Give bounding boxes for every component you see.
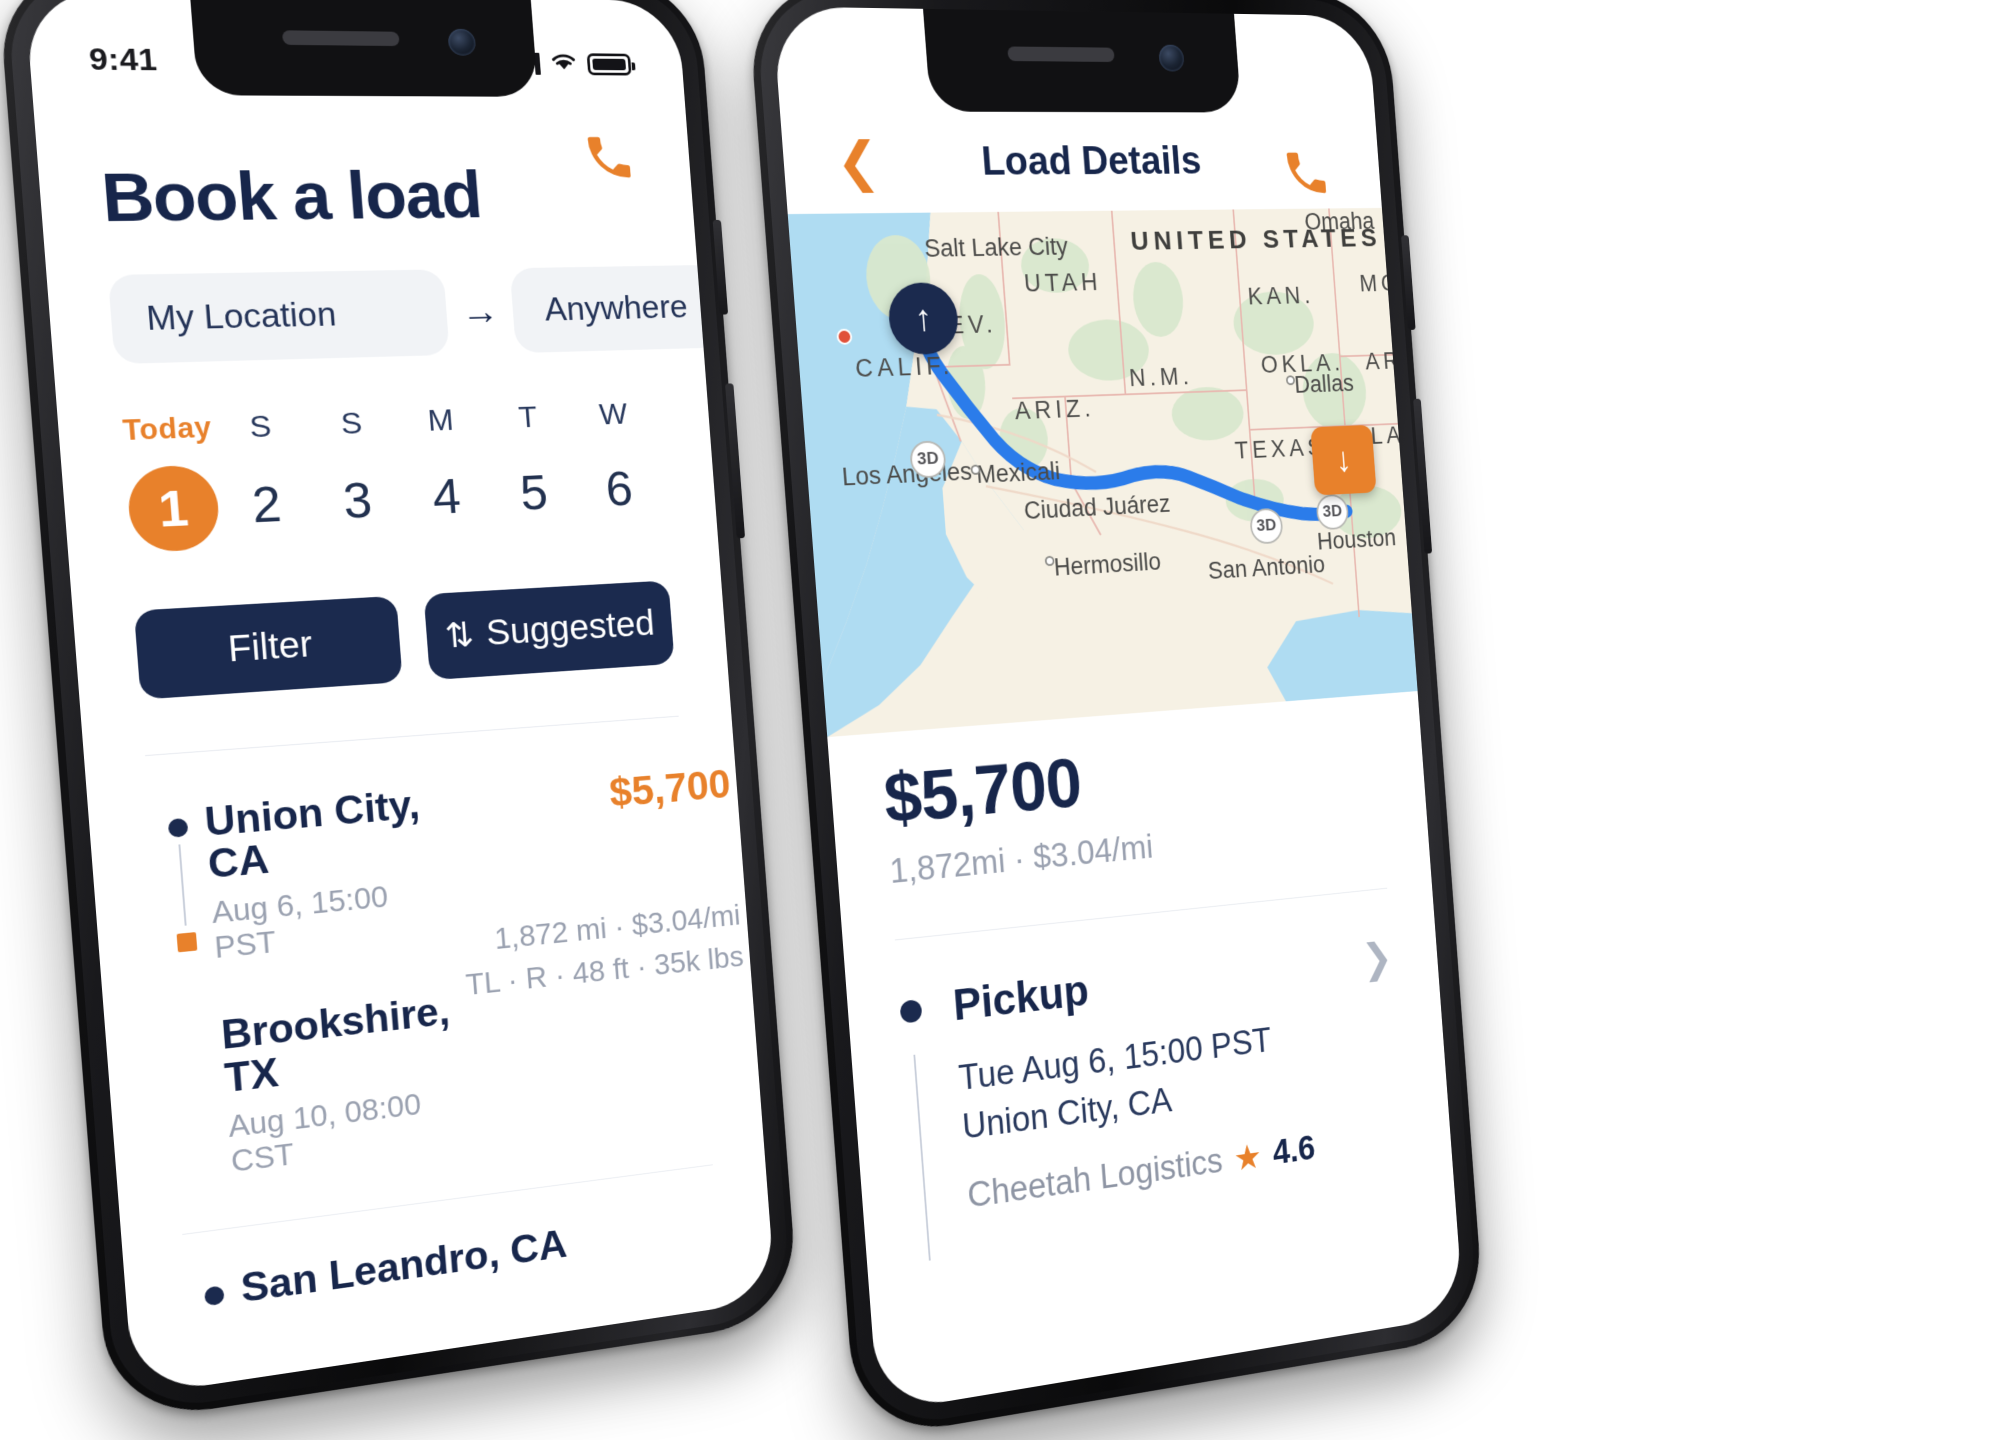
filter-button-label: Filter xyxy=(226,623,314,670)
phone-call-icon xyxy=(1286,152,1327,194)
sort-updown-icon: ⇅ xyxy=(443,616,476,656)
chevron-right-icon[interactable]: ❯ xyxy=(1360,932,1394,982)
date-dow-label: S xyxy=(248,409,273,445)
action-buttons: Filter ⇅ Suggested xyxy=(133,580,675,700)
origin-dot-icon xyxy=(167,817,189,838)
route-map[interactable]: UNITED STATES Salt Lake City Omaha UTAH … xyxy=(787,207,1418,738)
pickup-section[interactable]: Pickup ❯ Tue Aug 6, 15:00 PST Union City… xyxy=(898,932,1407,1262)
call-button[interactable] xyxy=(580,130,638,189)
destination-input[interactable]: Anywhere xyxy=(509,264,722,354)
front-camera-icon xyxy=(1158,44,1185,72)
load-origin-row: San Leandro, CA xyxy=(185,1203,718,1318)
earpiece-speaker xyxy=(281,30,400,47)
date-cell-3[interactable]: S 3 xyxy=(305,405,405,544)
map-city-omaha: Omaha xyxy=(1303,208,1376,235)
map-city-dot xyxy=(1044,555,1055,567)
date-cell-4[interactable]: M 4 xyxy=(395,402,493,539)
phone-call-icon xyxy=(587,137,631,178)
date-cell-today[interactable]: Today 1 xyxy=(119,411,224,554)
date-cell-2[interactable]: S 2 xyxy=(213,408,316,549)
wifi-icon xyxy=(550,51,578,77)
pickup-dot-icon xyxy=(899,998,923,1024)
sort-button-label: Suggested xyxy=(484,603,656,653)
date-dow-label: M xyxy=(426,403,456,438)
star-icon: ★ xyxy=(1232,1138,1264,1180)
load-details-column: Union City, CA Aug 6, 15:00 PST Brookshi… xyxy=(203,783,460,1179)
load-marker-column xyxy=(185,1268,241,1309)
carrier-name: Cheetah Logistics xyxy=(966,1142,1224,1217)
screenshot-canvas: 9:41 Book a load My Location → Anywhere … xyxy=(0,0,2013,1440)
pickup-carrier-row: Cheetah Logistics ★ 4.6 xyxy=(966,1117,1407,1218)
pickup-rail-line xyxy=(913,1054,931,1262)
date-number: 4 xyxy=(430,468,463,525)
right-call-button[interactable] xyxy=(1280,146,1333,205)
price-summary: $5,700 1,872mi · $3.04/mi xyxy=(881,719,1383,892)
route-selector: My Location → Anywhere xyxy=(107,264,722,365)
arrow-right-icon: → xyxy=(459,289,501,333)
date-number: 1 xyxy=(125,464,221,554)
load-origin-city: San Leandro, CA xyxy=(239,1221,569,1312)
right-phone-screen: ❮ Load Details UNITED STATES Salt Lake C… xyxy=(772,6,1464,1413)
load-origin-city: Union City, CA xyxy=(203,782,422,888)
map-label-calif: CALIF. xyxy=(854,351,955,383)
left-status-bar: 9:41 xyxy=(24,0,684,97)
origin-dot-icon xyxy=(203,1285,225,1307)
load-rate-detail: 1,872mi · $3.04/mi xyxy=(888,827,1155,891)
load-details-column: San Leandro, CA xyxy=(239,1203,718,1312)
map-label-kan: KAN. xyxy=(1246,281,1315,310)
right-phone-device: ❮ Load Details UNITED STATES Salt Lake C… xyxy=(746,0,1486,1440)
earpiece-speaker xyxy=(1007,46,1115,63)
zoom-badge-3d-icon[interactable]: 3D xyxy=(908,440,947,479)
battery-icon xyxy=(586,52,632,76)
destination-square-icon xyxy=(176,932,198,953)
front-camera-icon xyxy=(447,28,477,56)
left-phone-screen: 9:41 Book a load My Location → Anywhere … xyxy=(24,0,776,1397)
page-title: Book a load xyxy=(98,157,484,236)
status-time: 9:41 xyxy=(87,41,159,78)
load-marker-column xyxy=(149,802,215,954)
map-city-dallas: Dallas xyxy=(1293,369,1355,399)
left-screen-content: Book a load My Location → Anywhere Today… xyxy=(38,157,771,1326)
date-number: 6 xyxy=(603,460,635,517)
map-label-nm: N.M. xyxy=(1128,362,1194,392)
date-number: 3 xyxy=(341,471,374,529)
map-label-utah: UTAH xyxy=(1023,268,1103,297)
chevron-left-icon[interactable]: ❮ xyxy=(834,132,882,192)
map-city-los-angeles: Los Angeles xyxy=(840,457,973,492)
date-dow-label: S xyxy=(339,406,364,442)
date-dow-label: Today xyxy=(121,411,213,447)
date-number: 2 xyxy=(249,475,284,534)
dropoff-map-marker[interactable]: ↓ xyxy=(1310,424,1377,496)
load-origin-row: Union City, CA Aug 6, 15:00 PST Brookshi… xyxy=(149,761,745,1185)
date-dow-label: W xyxy=(598,397,629,432)
date-cell-6[interactable]: W 6 xyxy=(570,396,664,530)
section-divider xyxy=(894,887,1388,941)
date-picker: Today 1 S 2 S 3 M 4 T 5 W 6 xyxy=(119,396,665,554)
pickup-details: Tue Aug 6, 15:00 PST Union City, CA Chee… xyxy=(904,1002,1407,1262)
route-connector-line xyxy=(178,844,187,926)
filter-button[interactable]: Filter xyxy=(133,595,403,700)
left-phone-notch xyxy=(189,0,539,97)
map-label-nev: NEV. xyxy=(925,310,998,340)
carrier-rating: 4.6 xyxy=(1271,1129,1317,1173)
left-phone-device: 9:41 Book a load My Location → Anywhere … xyxy=(0,0,800,1425)
map-city-dot xyxy=(970,464,981,475)
load-price-column: $5,700 1,872 mi · $3.04/mi TL · R · 48 f… xyxy=(432,760,745,1009)
